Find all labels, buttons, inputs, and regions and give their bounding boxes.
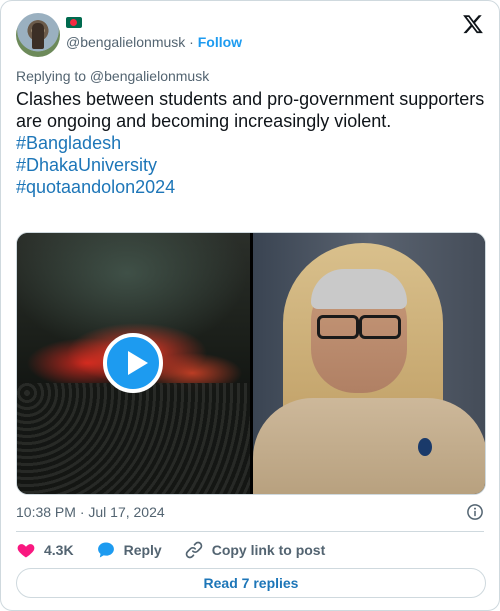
tweet-timestamp[interactable]: 10:38 PM · Jul 17, 2024 (16, 504, 165, 520)
hashtag-link[interactable]: #Bangladesh (16, 132, 486, 154)
heart-icon (17, 544, 35, 558)
tweet-header: @bengalielonmusk · Follow (16, 13, 484, 57)
video-thumbnail[interactable] (17, 233, 250, 494)
info-icon[interactable] (466, 503, 484, 521)
replying-to: Replying to @bengalielonmusk (16, 68, 210, 84)
like-count: 4.3K (44, 542, 74, 558)
media-grid (16, 232, 486, 495)
portrait-hair (311, 269, 407, 309)
action-bar: 4.3K Reply Copy link to post (16, 539, 347, 561)
author-handle[interactable]: @bengalielonmusk (66, 34, 185, 50)
reply-label: Reply (123, 542, 162, 558)
hashtag-link[interactable]: #quotaandolon2024 (16, 176, 486, 198)
hashtag-link[interactable]: #DhakaUniversity (16, 154, 486, 176)
divider (16, 531, 484, 532)
bangladesh-flag-icon (66, 17, 82, 28)
copy-link-button[interactable]: Copy link to post (184, 540, 326, 560)
follow-button[interactable]: Follow (198, 34, 242, 50)
portrait-glasses (317, 315, 401, 339)
avatar[interactable] (16, 13, 60, 57)
tweet-body: Clashes between students and pro-governm… (16, 89, 485, 131)
x-logo-icon[interactable] (462, 13, 484, 35)
tweet-text: Clashes between students and pro-governm… (16, 88, 486, 198)
portrait-coat (253, 398, 485, 494)
copy-link-label: Copy link to post (211, 542, 326, 558)
crowd-image (17, 383, 250, 494)
photo-thumbnail[interactable] (253, 233, 485, 494)
author-line: @bengalielonmusk · Follow (66, 34, 242, 50)
link-icon (185, 541, 202, 559)
read-replies-button[interactable]: Read 7 replies (16, 568, 486, 598)
play-icon[interactable] (103, 333, 163, 393)
tweet-embed-card: @bengalielonmusk · Follow Replying to @b… (0, 0, 500, 611)
like-button[interactable]: 4.3K (16, 540, 74, 560)
separator-dot: · (189, 34, 194, 50)
reply-icon (97, 542, 114, 558)
reply-button[interactable]: Reply (96, 540, 162, 560)
portrait-pin (418, 438, 432, 456)
